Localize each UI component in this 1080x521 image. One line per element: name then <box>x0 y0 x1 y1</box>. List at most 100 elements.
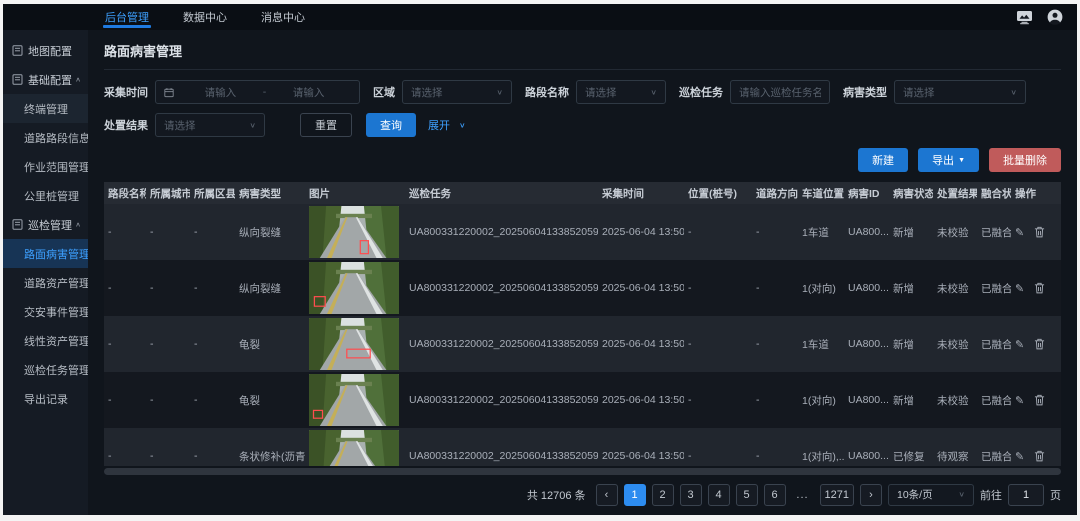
create-button[interactable]: 新建 <box>858 148 908 172</box>
road-photo[interactable] <box>309 206 399 258</box>
cell-city: - <box>146 338 190 350</box>
edit-icon[interactable]: ✎ <box>1015 394 1024 407</box>
trash-icon[interactable] <box>1034 338 1045 350</box>
cell-photo <box>305 206 405 258</box>
collect-time-range-input[interactable]: 请输入 - 请输入 <box>155 80 360 104</box>
sidebar-item[interactable]: 公里桩管理 <box>3 181 88 210</box>
chevron-up-icon: ∧ <box>75 221 81 228</box>
sidebar-item-active[interactable]: 路面病害管理 <box>3 239 88 268</box>
column-header: 采集时间 <box>598 186 684 201</box>
edit-icon[interactable]: ✎ <box>1015 450 1024 463</box>
sidebar-item[interactable]: 巡检管理∧ <box>3 210 88 239</box>
cell-position: - <box>684 450 752 462</box>
search-button[interactable]: 查询 <box>366 113 416 137</box>
page-number-button[interactable]: 4 <box>708 484 730 506</box>
sidebar-item[interactable]: 地图配置 <box>3 36 88 65</box>
chevron-down-icon: ∨ <box>952 491 965 500</box>
cell-city: - <box>146 282 190 294</box>
chevron-down-icon: ∨ <box>453 121 466 130</box>
cell-status: 新增 <box>889 225 933 240</box>
cell-status: 新增 <box>889 281 933 296</box>
page-number-button[interactable]: 3 <box>680 484 702 506</box>
batch-delete-button[interactable]: 批量删除 <box>989 148 1061 172</box>
end-date-placeholder: 请输入 <box>266 85 351 100</box>
cell-fusion: 已融合 <box>977 281 1011 296</box>
topbar: 后台管理 数据中心 消息中心 <box>3 4 1077 30</box>
sidebar-item[interactable]: 导出记录 <box>3 384 88 413</box>
page-number-button[interactable]: 1 <box>624 484 646 506</box>
trash-icon[interactable] <box>1034 226 1045 238</box>
cell-task: UA800331220002_20250604133852059 <box>405 394 598 406</box>
next-page-button[interactable]: › <box>860 484 882 506</box>
cell-photo <box>305 430 405 466</box>
reset-button[interactable]: 重置 <box>300 113 352 137</box>
sidebar-item[interactable]: 终端管理 <box>3 94 88 123</box>
doc-icon <box>12 74 23 85</box>
edit-icon[interactable]: ✎ <box>1015 338 1024 351</box>
sidebar-item[interactable]: 基础配置∧ <box>3 65 88 94</box>
trash-icon[interactable] <box>1034 394 1045 406</box>
column-header: 路段名称 <box>104 186 146 201</box>
cell-time: 2025-06-04 13:50 <box>598 282 684 294</box>
cell-task: UA800331220002_20250604133852059 <box>405 226 598 238</box>
expand-toggle[interactable]: 展开∨ <box>428 117 466 133</box>
sidebar-item-label: 交安事件管理 <box>24 304 88 320</box>
edit-icon[interactable]: ✎ <box>1015 282 1024 295</box>
cell-result: 未校验 <box>933 337 977 352</box>
pagination: 共 12706 条‹123456...1271›10条/页∨前往页 <box>104 475 1061 515</box>
sidebar-item[interactable]: 道路路段信息 <box>3 123 88 152</box>
column-header: 巡检任务 <box>405 186 598 201</box>
edit-icon[interactable]: ✎ <box>1015 226 1024 239</box>
page-number-button[interactable]: 1271 <box>820 484 854 506</box>
topbar-tab[interactable]: 数据中心 <box>181 4 229 30</box>
chevron-down-icon: ∨ <box>243 121 256 130</box>
road-photo[interactable] <box>309 262 399 314</box>
topbar-tab[interactable]: 后台管理 <box>103 4 151 30</box>
cell-fusion: 已融合 <box>977 337 1011 352</box>
cell-road: - <box>104 282 146 294</box>
screen-icon[interactable] <box>1016 10 1033 25</box>
trash-icon[interactable] <box>1034 282 1045 294</box>
prev-page-button[interactable]: ‹ <box>596 484 618 506</box>
road-photo[interactable] <box>309 430 399 466</box>
sidebar-item[interactable]: 线性资产管理 <box>3 326 88 355</box>
goto-page-input[interactable] <box>1008 484 1044 506</box>
sidebar-item[interactable]: 巡检任务管理 <box>3 355 88 384</box>
handle-result-select[interactable]: 请选择 ∨ <box>155 113 265 137</box>
road-photo[interactable] <box>309 318 399 370</box>
export-button[interactable]: 导出▼ <box>918 148 979 172</box>
page-ellipsis[interactable]: ... <box>792 484 814 506</box>
filter-panel: 采集时间 请输入 - 请输入 区域 请选择 <box>104 70 1061 146</box>
cell-direction: - <box>752 338 798 350</box>
horizontal-scrollbar[interactable] <box>104 468 1061 475</box>
sidebar-item[interactable]: 交安事件管理 <box>3 297 88 326</box>
cell-status: 新增 <box>889 337 933 352</box>
sidebar-item[interactable]: 作业范围管理 <box>3 152 88 181</box>
trash-icon[interactable] <box>1034 450 1045 462</box>
page-number-button[interactable]: 6 <box>764 484 786 506</box>
road-name-select[interactable]: 请选择 ∨ <box>576 80 666 104</box>
table-row: ---条状修补(沥青)UA800331220002_20250604133852… <box>104 428 1061 466</box>
cell-photo <box>305 318 405 370</box>
cell-lane: 1车道 <box>798 337 844 352</box>
sidebar-item[interactable]: 道路资产管理 <box>3 268 88 297</box>
cell-damage_id: UA800... <box>844 338 889 350</box>
cell-direction: - <box>752 282 798 294</box>
road-photo[interactable] <box>309 374 399 426</box>
user-avatar-icon[interactable] <box>1047 9 1063 25</box>
table-row: ---龟裂UA800331220002_20250604133852059202… <box>104 316 1061 372</box>
goto-unit: 页 <box>1050 487 1061 503</box>
column-header: 融合状 <box>977 186 1011 201</box>
column-header: 所属区县 <box>190 186 235 201</box>
page-number-button[interactable]: 5 <box>736 484 758 506</box>
damage-type-select[interactable]: 请选择 ∨ <box>894 80 1026 104</box>
column-header: 车道位置 <box>798 186 844 201</box>
topbar-tab[interactable]: 消息中心 <box>259 4 307 30</box>
page-size-select[interactable]: 10条/页∨ <box>888 484 974 506</box>
region-select[interactable]: 请选择 ∨ <box>402 80 512 104</box>
cell-city: - <box>146 226 190 238</box>
cell-position: - <box>684 282 752 294</box>
cell-type: 龟裂 <box>235 337 305 352</box>
inspect-task-input[interactable]: 请输入巡检任务名称 <box>730 80 830 104</box>
page-number-button[interactable]: 2 <box>652 484 674 506</box>
